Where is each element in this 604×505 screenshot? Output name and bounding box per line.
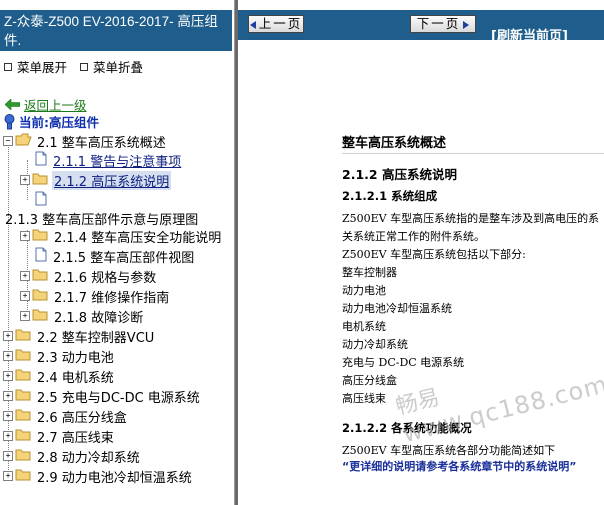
expand-toggle-icon[interactable]: + [3,411,13,421]
folder-icon [15,328,32,345]
expand-toggle-icon[interactable]: + [20,291,30,301]
collapse-toggle-icon[interactable]: − [3,136,13,146]
folder-icon [15,408,32,425]
tree-item-2-7[interactable]: + 2.7 高压线束 [3,426,116,446]
tree-item-2-2[interactable]: + 2.2 整车控制器VCU [3,326,156,346]
paragraph: Z500EV 车型高压系统指的是整车涉及到高电压的系 [342,212,600,225]
section-title: 整车高压系统概述 [342,136,447,151]
arrow-right-icon [463,20,470,29]
list-item: 动力冷却系统 [342,338,408,351]
folder-icon [15,348,32,365]
page-nav-bar: 上一页 下一页 [刷新当前页] [238,10,604,44]
list-item: 整车控制器 [342,266,397,279]
tree-item-2-9[interactable]: + 2.9 动力电池冷却恒温系统 [3,466,194,486]
tree-item-2-3[interactable]: + 2.3 动力电池 [3,346,116,366]
tree-item-2-1-2[interactable]: + 2.1.2 高压系统说明 [20,170,172,190]
list-item: 高压分线盒 [342,374,397,387]
tree-item-2-1-5[interactable]: 2.1.5 整车高压部件视图 [35,246,196,266]
tree-item-2-1-8[interactable]: + 2.1.8 故障诊断 [20,306,145,326]
list-item: 电机系统 [342,320,386,333]
menu-ops: 菜单展开 菜单折叠 [4,57,151,76]
folder-icon [32,228,49,245]
tree-item-2-8[interactable]: + 2.8 动力冷却系统 [3,446,142,466]
prev-page-button[interactable]: 上一页 [248,15,304,33]
back-arrow-icon [5,99,20,110]
heading-2-1-2: 2.1.2 高压系统说明 [342,167,457,182]
refresh-link[interactable]: [刷新当前页] [491,25,568,44]
expand-toggle-icon[interactable]: + [3,471,13,481]
folder-icon [15,428,32,445]
tree-item-2-1-6[interactable]: + 2.1.6 规格与参数 [20,266,158,286]
list-item: 动力电池冷却恒温系统 [342,302,452,315]
list-item: 高压线束 [342,392,386,405]
collapse-icon [80,62,89,71]
menu-expand-link[interactable]: 菜单展开 [17,57,67,76]
folder-icon [32,172,49,189]
heading-2-1-2-1: 2.1.2.1 系统组成 [342,189,438,203]
document-icon [35,247,47,266]
expand-icon [4,62,12,71]
tree-item-blank[interactable] [35,190,51,210]
arrow-left-icon [249,20,256,29]
tree-item-2-1[interactable]: − 2.1 整车高压系统概述 [3,131,168,151]
tree-item-2-1-3[interactable]: 2.1.3 整车高压部件示意与原理图 [3,208,200,228]
folder-icon [32,288,49,305]
next-page-button[interactable]: 下一页 [410,15,476,33]
heading-2-1-2-2: 2.1.2.2 各系统功能概况 [342,421,472,435]
list-item: 充电与 DC-DC 电源系统 [342,356,465,369]
folder-open-icon [15,133,32,150]
tree-panel-title: Z-众泰-Z500 EV-2016-2017- 高压组件. [0,10,232,51]
content-panel: 上一页 下一页 [刷新当前页] 整车高压系统概述 2.1.2 高压系统说明 2.… [238,0,604,505]
expand-toggle-icon[interactable]: + [20,175,30,185]
note-text: “更详细的说明请参考各系统章节中的系统说明” [342,460,577,473]
folder-icon [15,468,32,485]
tree-item-2-5[interactable]: + 2.5 充电与DC-DC 电源系统 [3,386,202,406]
folder-icon [15,388,32,405]
expand-toggle-icon[interactable]: + [3,371,13,381]
expand-toggle-icon[interactable]: + [3,391,13,401]
current-location: 当前:高压组件 [3,112,99,131]
divider [342,153,604,154]
tree-panel: Z-众泰-Z500 EV-2016-2017- 高压组件. 菜单展开 菜单折叠 … [0,0,234,505]
location-pin-icon [4,113,15,129]
document-icon [35,191,47,210]
folder-icon [15,368,32,385]
expand-toggle-icon[interactable]: + [3,331,13,341]
expand-toggle-icon[interactable]: + [3,351,13,361]
paragraph: Z500EV 车型高压系统包括以下部分: [342,248,526,261]
folder-icon [32,308,49,325]
folder-icon [32,268,49,285]
expand-toggle-icon[interactable]: + [20,311,30,321]
tree-item-2-1-4[interactable]: + 2.1.4 整车高压安全功能说明 [20,226,223,246]
expand-toggle-icon[interactable]: + [3,451,13,461]
tree-item-2-1-1[interactable]: 2.1.1 警告与注意事项 [35,150,183,170]
document-icon [35,151,47,170]
paragraph: 关系统正常工作的附件系统。 [342,230,485,243]
paragraph: Z500EV 车型高压系统各部分功能简述如下 [342,444,556,457]
menu-collapse-link[interactable]: 菜单折叠 [93,57,143,76]
expand-toggle-icon[interactable]: + [20,271,30,281]
list-item: 动力电池 [342,284,386,297]
current-location-label: 当前:高压组件 [19,115,99,130]
expand-toggle-icon[interactable]: + [3,431,13,441]
expand-toggle-icon[interactable]: + [20,231,30,241]
folder-icon [15,448,32,465]
tree-item-2-6[interactable]: + 2.6 高压分线盒 [3,406,129,426]
tree-item-2-4[interactable]: + 2.4 电机系统 [3,366,116,386]
tree-item-2-1-7[interactable]: + 2.1.7 维修操作指南 [20,286,171,306]
